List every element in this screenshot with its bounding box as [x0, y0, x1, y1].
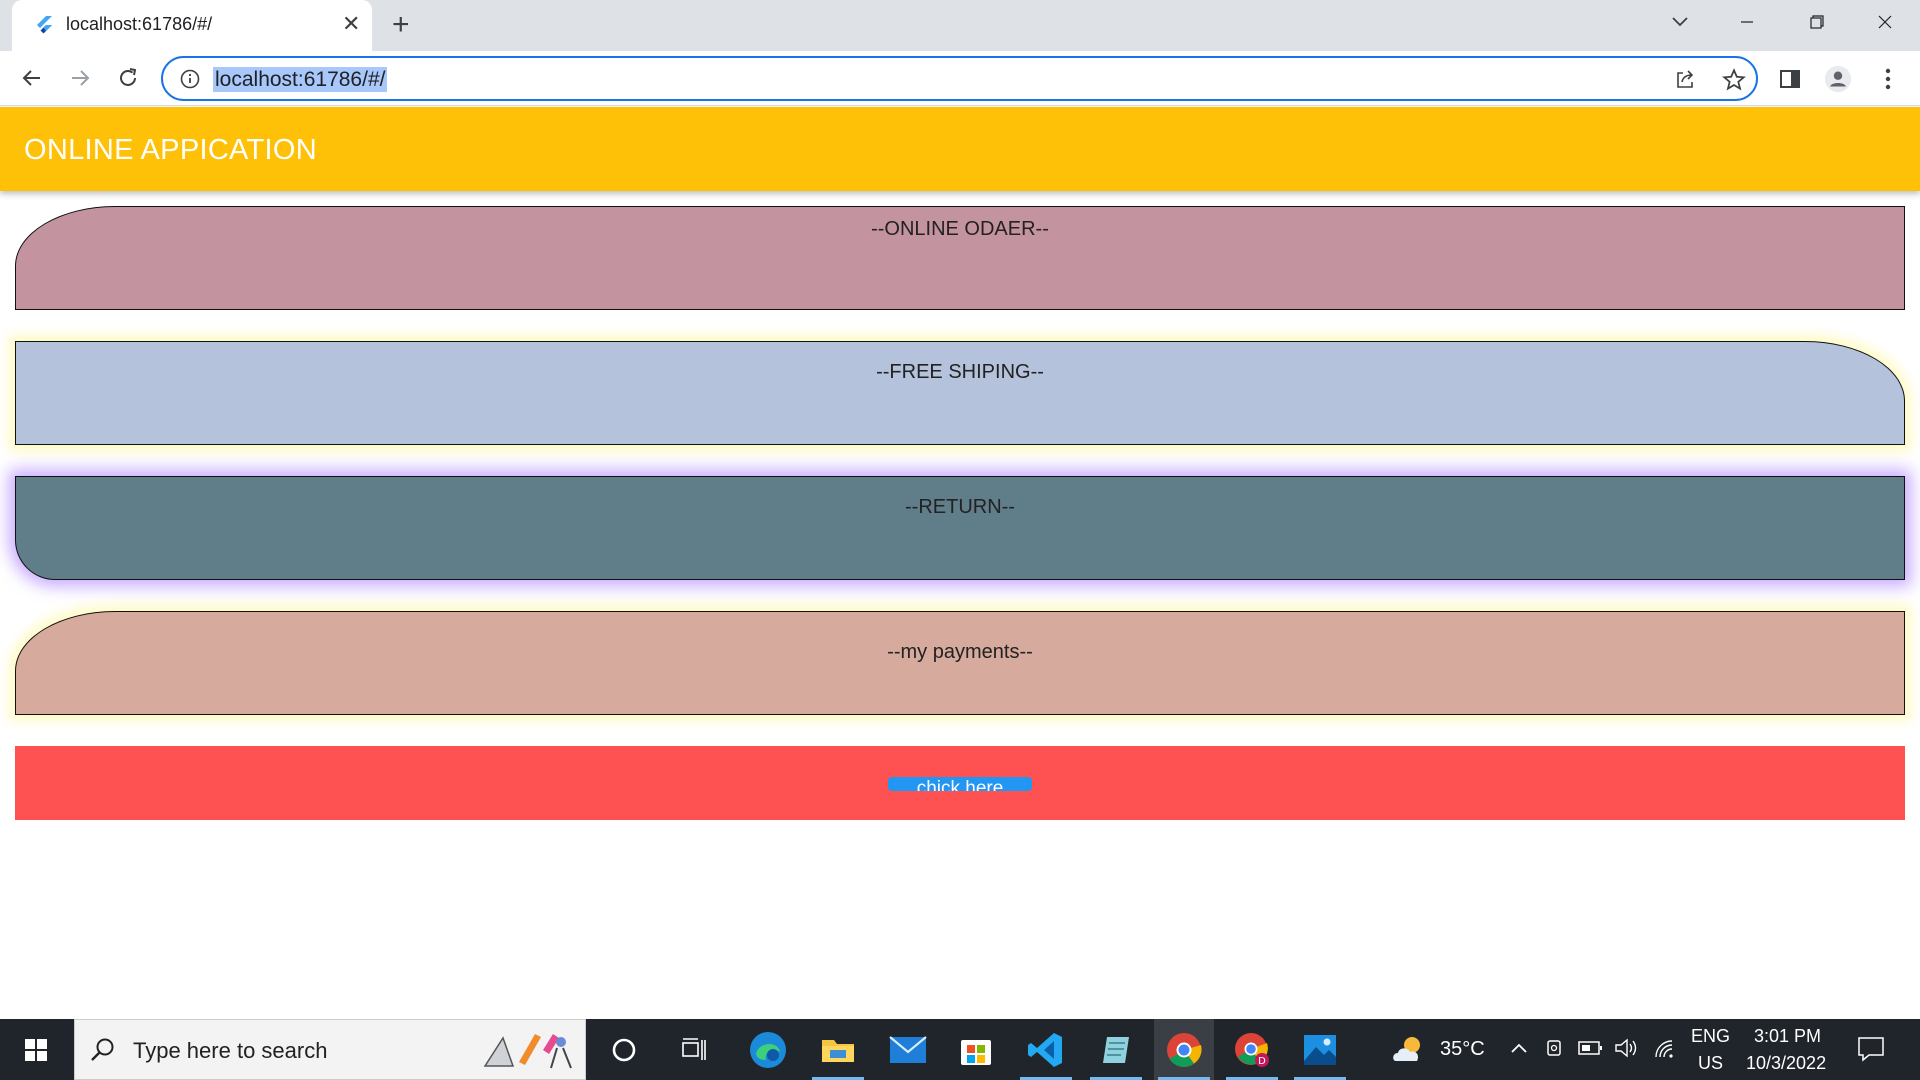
chevron-up-icon[interactable]	[1510, 1041, 1528, 1055]
photos-icon[interactable]	[1290, 1019, 1350, 1080]
button-label: chick here	[916, 778, 1004, 791]
weather-icon[interactable]	[1380, 1019, 1440, 1080]
share-icon[interactable]	[1673, 68, 1697, 92]
taskbar-search[interactable]: Type here to search	[74, 1019, 586, 1080]
card-label: --FREE SHIPING--	[876, 361, 1044, 383]
mail-icon[interactable]	[878, 1019, 938, 1080]
card-my-payments[interactable]: --my payments--	[15, 611, 1905, 715]
minimize-icon[interactable]	[1712, 0, 1782, 44]
address-bar[interactable]: localhost:61786/#/	[161, 56, 1758, 101]
svg-text:D: D	[1258, 1056, 1266, 1067]
volume-icon[interactable]	[1614, 1037, 1640, 1059]
restore-icon[interactable]	[1782, 0, 1852, 44]
notifications-icon[interactable]	[1857, 1036, 1885, 1062]
forward-icon[interactable]	[63, 61, 97, 95]
card-label: --ONLINE ODAER--	[871, 218, 1049, 240]
region-label[interactable]: US	[1698, 1053, 1723, 1074]
card-label: --RETURN--	[905, 496, 1015, 518]
menu-kebab-icon[interactable]	[1874, 65, 1902, 93]
new-tab-icon[interactable]: +	[392, 10, 410, 40]
profile-avatar-icon[interactable]	[1824, 65, 1852, 93]
notepad-icon[interactable]	[1086, 1019, 1146, 1080]
card-online-order[interactable]: --ONLINE ODAER--	[15, 206, 1905, 310]
card-label: --my payments--	[887, 641, 1033, 663]
language-label[interactable]: ENG	[1691, 1026, 1730, 1047]
file-explorer-icon[interactable]	[808, 1019, 868, 1080]
windows-taskbar: Type here to search D 35°C ENG US 3:01 P…	[0, 1019, 1920, 1080]
app-page: ONLINE APPICATION --ONLINE ODAER-- --FRE…	[0, 107, 1920, 1019]
tab-close-icon[interactable]: ✕	[342, 12, 360, 36]
chrome-icon[interactable]	[1154, 1019, 1214, 1080]
reload-icon[interactable]	[111, 61, 145, 95]
clock-date[interactable]: 10/3/2022	[1746, 1053, 1826, 1074]
cortana-icon[interactable]	[594, 1019, 654, 1080]
close-window-icon[interactable]	[1850, 0, 1920, 44]
app-bar: ONLINE APPICATION	[0, 107, 1920, 191]
tab-title: localhost:61786/#/	[66, 14, 213, 34]
edge-icon[interactable]	[738, 1019, 798, 1080]
weather-temp: 35°C	[1440, 1038, 1485, 1060]
back-icon[interactable]	[15, 61, 49, 95]
site-info-icon[interactable]	[179, 68, 201, 90]
search-highlight-icon	[483, 1034, 572, 1069]
side-panel-icon[interactable]	[1776, 65, 1804, 93]
meet-now-icon[interactable]	[1545, 1037, 1565, 1059]
url-text[interactable]: localhost:61786/#/	[213, 67, 388, 92]
browser-toolbar: localhost:61786/#/	[0, 51, 1920, 106]
flutter-icon	[37, 16, 52, 34]
battery-icon[interactable]	[1578, 1040, 1604, 1056]
app-title: ONLINE APPICATION	[24, 134, 318, 166]
wifi-icon[interactable]	[1652, 1037, 1676, 1059]
windows-start-icon[interactable]	[6, 1019, 66, 1080]
search-placeholder: Type here to search	[133, 1038, 328, 1063]
clock-time[interactable]: 3:01 PM	[1754, 1026, 1821, 1047]
microsoft-store-icon[interactable]	[946, 1019, 1006, 1080]
search-icon	[91, 1038, 114, 1061]
task-view-icon[interactable]	[664, 1019, 724, 1080]
chevron-down-icon[interactable]	[1668, 10, 1692, 34]
bookmark-star-icon[interactable]	[1721, 67, 1747, 93]
tab-strip: localhost:61786/#/ ✕ +	[0, 0, 1920, 51]
vscode-icon[interactable]	[1016, 1019, 1076, 1080]
card-free-shipping[interactable]: --FREE SHIPING--	[15, 341, 1905, 445]
click-here-button[interactable]: chick here	[888, 777, 1032, 791]
card-return[interactable]: --RETURN--	[15, 476, 1905, 580]
action-bar: chick here	[15, 746, 1905, 820]
chrome-profile-icon[interactable]: D	[1222, 1019, 1282, 1080]
browser-tab[interactable]: localhost:61786/#/ ✕	[12, 0, 372, 51]
